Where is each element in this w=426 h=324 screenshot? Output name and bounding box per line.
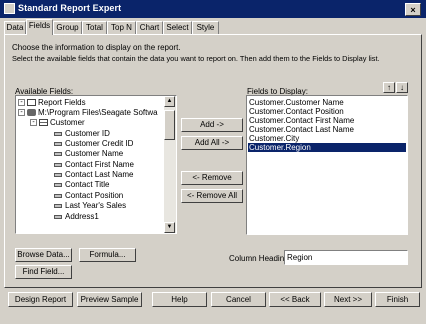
tab-top-n[interactable]: Top N bbox=[107, 21, 136, 34]
back-button[interactable]: << Back bbox=[269, 292, 321, 307]
tree-item-field[interactable]: Customer Name bbox=[54, 149, 123, 159]
help-button[interactable]: Help bbox=[152, 292, 207, 307]
browse-data-button[interactable]: Browse Data... bbox=[15, 248, 72, 262]
list-item[interactable]: Customer.Contact Position bbox=[248, 107, 344, 116]
scroll-thumb[interactable] bbox=[164, 110, 175, 140]
tree-item-field[interactable]: Contact Last Name bbox=[54, 170, 133, 180]
fields-to-display-list[interactable]: Customer.Customer Name Customer.Contact … bbox=[246, 95, 408, 235]
remove-button[interactable]: <- Remove bbox=[181, 171, 243, 185]
report-fields-icon bbox=[27, 99, 36, 107]
preview-sample-button[interactable]: Preview Sample bbox=[77, 292, 142, 307]
field-icon bbox=[54, 162, 62, 167]
finish-button[interactable]: Finish bbox=[375, 292, 420, 307]
window-title: Standard Report Expert bbox=[18, 3, 122, 13]
collapse-icon[interactable]: - bbox=[18, 99, 25, 107]
tab-fields[interactable]: Fields bbox=[26, 19, 53, 35]
tree-item-field[interactable]: Contact Title bbox=[54, 180, 109, 190]
instruction-line-1: Choose the information to display on the… bbox=[12, 43, 181, 52]
close-button[interactable]: × bbox=[405, 3, 421, 16]
tree-vertical-scrollbar[interactable]: ▲ ▼ bbox=[164, 96, 176, 233]
list-item[interactable]: Customer.City bbox=[248, 134, 299, 143]
available-fields-tree[interactable]: - Report Fields - M:\Program Files\Seagate… bbox=[15, 95, 177, 234]
move-down-button[interactable]: ↓ bbox=[396, 82, 408, 93]
field-icon bbox=[54, 193, 62, 198]
tab-data[interactable]: Data bbox=[4, 21, 26, 34]
tree-item-customer-table[interactable]: - Customer bbox=[30, 118, 85, 128]
tree-item-field[interactable]: Address1 bbox=[54, 212, 99, 222]
design-report-button[interactable]: Design Report bbox=[8, 292, 73, 307]
tab-style[interactable]: Style bbox=[192, 21, 219, 34]
remove-all-button[interactable]: <- Remove All bbox=[181, 189, 243, 203]
field-icon bbox=[54, 203, 62, 208]
cancel-button[interactable]: Cancel bbox=[211, 292, 266, 307]
next-button[interactable]: Next >> bbox=[324, 292, 372, 307]
field-icon bbox=[54, 131, 62, 136]
tab-chart[interactable]: Chart bbox=[136, 21, 163, 34]
table-icon bbox=[39, 119, 48, 127]
instruction-line-2: Select the available fields that contain… bbox=[12, 54, 380, 63]
find-field-button[interactable]: Find Field... bbox=[15, 265, 72, 279]
collapse-icon[interactable]: - bbox=[18, 109, 25, 117]
scroll-down-icon[interactable]: ▼ bbox=[164, 222, 175, 233]
field-icon bbox=[54, 141, 62, 146]
add-button[interactable]: Add -> bbox=[181, 118, 243, 132]
move-up-button[interactable]: ↑ bbox=[383, 82, 395, 93]
tab-total[interactable]: Total bbox=[82, 21, 107, 34]
list-item[interactable]: Customer.Contact First Name bbox=[248, 116, 354, 125]
title-bar: Standard Report Expert × bbox=[0, 0, 426, 18]
app-icon bbox=[4, 3, 15, 14]
list-item[interactable]: Customer.Contact Last Name bbox=[248, 125, 354, 134]
formula-button[interactable]: Formula... bbox=[79, 248, 136, 262]
tree-item-field[interactable]: Customer Credit ID bbox=[54, 139, 133, 149]
field-icon bbox=[54, 172, 62, 177]
list-item[interactable]: Customer.Customer Name bbox=[248, 98, 344, 107]
tree-item-report-fields[interactable]: - Report Fields bbox=[18, 98, 86, 108]
add-all-button[interactable]: Add All -> bbox=[181, 136, 243, 150]
scroll-up-icon[interactable]: ▲ bbox=[164, 96, 175, 107]
tree-item-field[interactable]: Last Year's Sales bbox=[54, 201, 126, 211]
column-heading-label: Column Heading: bbox=[229, 254, 291, 263]
list-item-selected[interactable]: Customer.Region bbox=[248, 143, 406, 152]
tree-item-field[interactable]: Customer ID bbox=[54, 129, 110, 139]
field-icon bbox=[54, 214, 62, 219]
tree-item-field[interactable]: Contact Position bbox=[54, 191, 123, 201]
field-icon bbox=[54, 151, 62, 156]
tree-item-field[interactable]: Contact First Name bbox=[54, 160, 134, 170]
column-heading-input[interactable]: Region bbox=[284, 250, 408, 265]
tab-select[interactable]: Select bbox=[163, 21, 192, 34]
collapse-icon[interactable]: - bbox=[30, 119, 37, 127]
database-icon bbox=[27, 109, 36, 117]
tree-item-database[interactable]: - M:\Program Files\Seagate Softwa bbox=[18, 108, 158, 118]
tab-group[interactable]: Group bbox=[53, 21, 82, 34]
field-icon bbox=[54, 182, 62, 187]
